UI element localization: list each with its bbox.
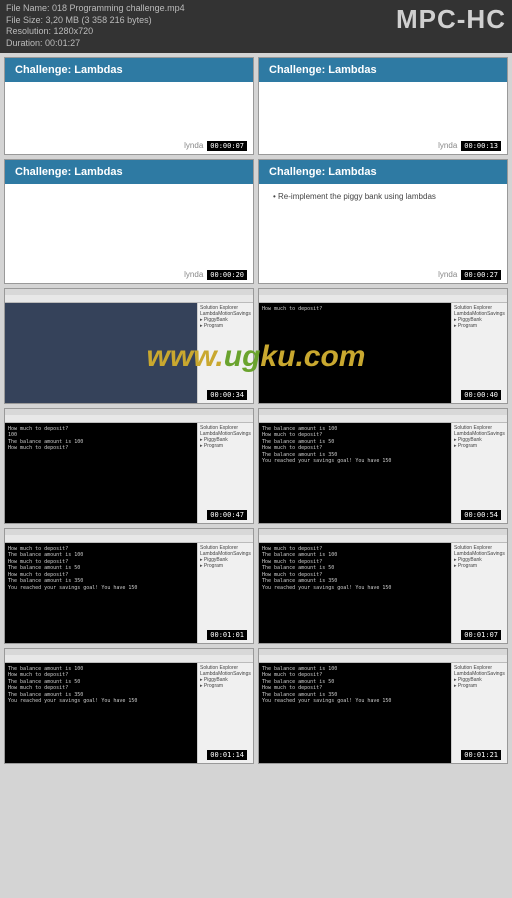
timestamp: 00:00:40 xyxy=(461,390,501,400)
thumb-4[interactable]: Challenge: Lambdas • Re-implement the pi… xyxy=(258,159,508,284)
solution-explorer: Solution ExplorerLambdaMotionSavings▸ Pi… xyxy=(197,303,253,403)
video-info-header: File Name: 018 Programming challenge.mp4… xyxy=(0,0,512,53)
ide-toolbar xyxy=(5,295,253,303)
console-window: How much to deposit? The balance amount … xyxy=(5,543,197,643)
thumb-7[interactable]: How much to deposit?100 The balance amou… xyxy=(4,408,254,524)
thumb-1[interactable]: Challenge: Lambdas lynda 00:00:07 xyxy=(4,57,254,155)
thumbnail-grid: Challenge: Lambdas lynda 00:00:07 Challen… xyxy=(0,53,512,768)
ide-toolbar xyxy=(259,295,507,303)
brand-text: lynda xyxy=(438,270,457,279)
console-window: How much to deposit? The balance amount … xyxy=(259,543,451,643)
file-size-line: File Size: 3,20 MB (3 358 216 bytes) xyxy=(6,15,185,27)
duration-line: Duration: 00:01:27 xyxy=(6,38,185,50)
brand-text: lynda xyxy=(184,270,203,279)
timestamp: 00:01:14 xyxy=(207,750,247,760)
console-window: The balance amount is 100How much to dep… xyxy=(5,663,197,763)
app-title: MPC-HC xyxy=(396,3,506,37)
timestamp: 00:01:01 xyxy=(207,630,247,640)
thumb-9[interactable]: How much to deposit? The balance amount … xyxy=(4,528,254,644)
timestamp: 00:00:54 xyxy=(461,510,501,520)
brand-text: lynda xyxy=(184,141,203,150)
video-meta: File Name: 018 Programming challenge.mp4… xyxy=(6,3,185,50)
thumb-8[interactable]: The balance amount is 100How much to dep… xyxy=(258,408,508,524)
timestamp: 00:00:47 xyxy=(207,510,247,520)
file-name-line: File Name: 018 Programming challenge.mp4 xyxy=(6,3,185,15)
timestamp: 00:00:13 xyxy=(461,141,501,151)
solution-explorer: Solution ExplorerLambdaMotionSavings▸ Pi… xyxy=(451,303,507,403)
thumb-10[interactable]: How much to deposit? The balance amount … xyxy=(258,528,508,644)
thumb-6[interactable]: How much to deposit? Solution ExplorerLa… xyxy=(258,288,508,404)
brand-text: lynda xyxy=(438,141,457,150)
thumb-12[interactable]: The balance amount is 100How much to dep… xyxy=(258,648,508,764)
slide-title: Challenge: Lambdas xyxy=(5,160,253,184)
console-window: The balance amount is 100How much to dep… xyxy=(259,423,451,523)
slide-title: Challenge: Lambdas xyxy=(259,160,507,184)
slide-title: Challenge: Lambdas xyxy=(259,58,507,82)
thumb-3[interactable]: Challenge: Lambdas lynda 00:00:20 xyxy=(4,159,254,284)
thumb-2[interactable]: Challenge: Lambdas lynda 00:00:13 xyxy=(258,57,508,155)
thumb-11[interactable]: The balance amount is 100How much to dep… xyxy=(4,648,254,764)
console-window: The balance amount is 100How much to dep… xyxy=(259,663,451,763)
ide-editor xyxy=(5,303,197,403)
timestamp: 00:00:34 xyxy=(207,390,247,400)
timestamp: 00:00:07 xyxy=(207,141,247,151)
resolution-line: Resolution: 1280x720 xyxy=(6,26,185,38)
timestamp: 00:01:21 xyxy=(461,750,501,760)
timestamp: 00:00:27 xyxy=(461,270,501,280)
slide-bullet: • Re-implement the piggy bank using lamb… xyxy=(259,184,507,209)
thumb-5[interactable]: Solution ExplorerLambdaMotionSavings▸ Pi… xyxy=(4,288,254,404)
timestamp: 00:00:20 xyxy=(207,270,247,280)
console-window: How much to deposit?100 The balance amou… xyxy=(5,423,197,523)
timestamp: 00:01:07 xyxy=(461,630,501,640)
console-window: How much to deposit? xyxy=(259,303,451,403)
slide-title: Challenge: Lambdas xyxy=(5,58,253,82)
